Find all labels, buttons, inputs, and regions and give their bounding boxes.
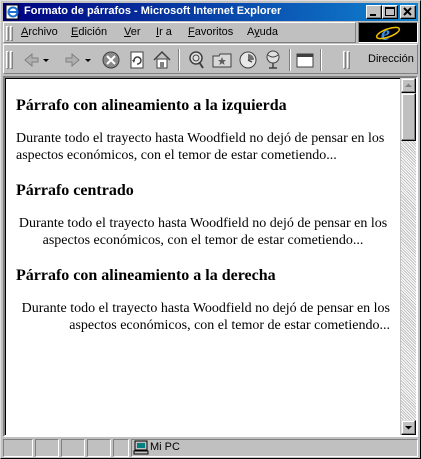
menu-favoritos-label: avoritos <box>194 26 234 38</box>
history-icon <box>239 51 257 69</box>
toolbar-separator-2 <box>289 49 291 71</box>
content-frame: Párrafo con alineamiento a la izquierda … <box>3 76 418 437</box>
forward-button[interactable] <box>62 49 84 71</box>
menu-archivo-label: rchivo <box>28 26 58 38</box>
status-zone-label: Mi PC <box>150 441 180 453</box>
arrow-down-icon <box>405 426 412 430</box>
history-button[interactable] <box>237 49 259 71</box>
window-title: Formato de párrafos - Microsoft Internet… <box>24 5 282 17</box>
forward-icon <box>65 52 80 68</box>
back-button[interactable] <box>20 49 42 71</box>
refresh-icon <box>130 51 144 69</box>
paragraph-center: Durante todo el trayecto hasta Woodfield… <box>18 216 388 248</box>
favorites-icon <box>212 53 232 68</box>
ie-throbber: e <box>358 22 418 45</box>
chevron-down-icon <box>43 59 49 62</box>
maximize-button[interactable] <box>382 5 398 19</box>
status-bar: Mi PC <box>3 439 418 457</box>
toolbar-grip[interactable] <box>6 51 9 69</box>
heading-left: Párrafo con alineamiento a la izquierda <box>16 97 287 114</box>
search-button[interactable] <box>185 49 207 71</box>
close-icon <box>403 7 412 16</box>
arrow-up-icon <box>405 83 412 87</box>
ie-page-icon <box>5 4 21 20</box>
menu-archivo[interactable]: Archivo <box>21 26 58 38</box>
stop-button[interactable] <box>100 49 122 71</box>
menu-ayuda-label: uda <box>259 26 278 38</box>
toolbar-separator-3 <box>320 49 322 71</box>
address-grip[interactable] <box>343 51 346 69</box>
menu-ir-a[interactable]: Ir a <box>156 26 172 38</box>
menu-edicion[interactable]: Edición <box>71 26 107 38</box>
fullscreen-icon <box>296 53 314 68</box>
chevron-down-icon <box>85 59 91 62</box>
menu-ver-label: er <box>130 26 141 38</box>
menu-bar: Archivo Edición Ver Ir a Favoritos Ayuda <box>3 22 356 43</box>
address-grip-2[interactable] <box>347 51 350 69</box>
menu-grip[interactable] <box>6 26 9 41</box>
forward-dropdown[interactable] <box>84 49 92 71</box>
maximize-icon <box>385 7 395 16</box>
stop-icon <box>102 51 120 69</box>
toolbar-grip-2[interactable] <box>10 51 13 69</box>
menu-ir-a-label: r a <box>159 26 172 38</box>
scroll-thumb[interactable] <box>401 93 416 141</box>
toolbar: Dirección <box>3 44 418 74</box>
ie-logo-icon: e <box>375 23 401 45</box>
address-label[interactable]: Dirección <box>368 53 414 65</box>
heading-right: Párrafo con alineamiento a la derecha <box>16 267 276 284</box>
paragraph-right: Durante todo el trayecto hasta Woodfield… <box>21 301 390 333</box>
menu-ver[interactable]: Ver <box>124 26 141 38</box>
back-dropdown[interactable] <box>42 49 50 71</box>
channels-button[interactable] <box>262 49 284 71</box>
status-pane-main <box>3 439 33 457</box>
favorites-button[interactable] <box>211 49 233 71</box>
toolbar-separator <box>178 49 180 71</box>
channels-icon <box>266 50 280 69</box>
title-bar[interactable]: Formato de párrafos - Microsoft Internet… <box>3 3 418 21</box>
browser-window: Formato de párrafos - Microsoft Internet… <box>0 0 421 459</box>
paragraph-left: Durante todo el trayecto hasta Woodfield… <box>16 131 385 163</box>
heading-center: Párrafo centrado <box>16 182 134 199</box>
menu-edicion-label: dición <box>78 26 108 38</box>
refresh-button[interactable] <box>126 49 148 71</box>
menu-grip-2[interactable] <box>10 26 13 41</box>
home-button[interactable] <box>151 49 173 71</box>
home-icon <box>153 50 171 69</box>
status-pane-3 <box>61 439 85 457</box>
back-icon <box>24 52 39 68</box>
fullscreen-button[interactable] <box>294 49 316 71</box>
status-pane-4 <box>87 439 111 457</box>
close-button[interactable] <box>400 5 416 19</box>
vertical-scrollbar[interactable] <box>401 78 416 435</box>
menu-ayuda[interactable]: Ayuda <box>247 26 278 38</box>
status-pane-2 <box>35 439 59 457</box>
search-icon <box>189 51 204 69</box>
computer-icon <box>133 440 149 455</box>
status-pane-5 <box>113 439 129 457</box>
minimize-button[interactable] <box>366 5 382 19</box>
scroll-up-button[interactable] <box>401 78 416 93</box>
page-content: Párrafo con alineamiento a la izquierda … <box>5 78 400 435</box>
menu-favoritos[interactable]: Favoritos <box>188 26 233 38</box>
scroll-down-button[interactable] <box>401 420 416 435</box>
minimize-icon <box>370 14 376 16</box>
